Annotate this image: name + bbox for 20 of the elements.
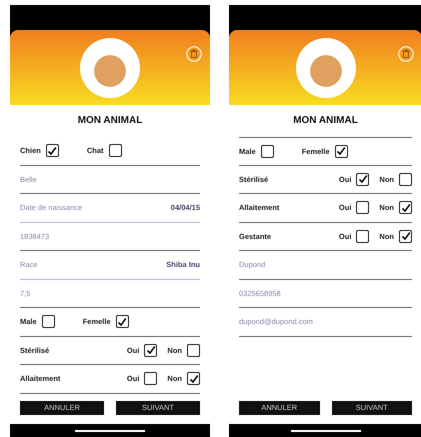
page-title: MON ANIMAL (292, 114, 359, 128)
home-indicator (290, 430, 360, 432)
checkbox[interactable] (399, 172, 412, 186)
checkbox[interactable] (260, 144, 274, 158)
checkbox[interactable] (187, 344, 200, 357)
checkbox[interactable] (116, 315, 129, 328)
checkbox[interactable] (399, 230, 412, 243)
checkbox[interactable] (42, 315, 55, 328)
checkbox[interactable] (356, 172, 370, 186)
checkbox[interactable] (356, 201, 370, 214)
home-indicator (75, 430, 145, 432)
page-title: MON ANIMAL (76, 114, 144, 128)
checkbox[interactable] (334, 144, 348, 158)
checkbox[interactable] (108, 144, 122, 158)
checkbox[interactable] (144, 372, 158, 386)
checkbox[interactable] (187, 372, 200, 386)
checkbox[interactable] (144, 344, 158, 357)
checkbox[interactable] (46, 144, 59, 158)
checkbox[interactable] (399, 201, 412, 214)
checkbox[interactable] (356, 230, 370, 243)
